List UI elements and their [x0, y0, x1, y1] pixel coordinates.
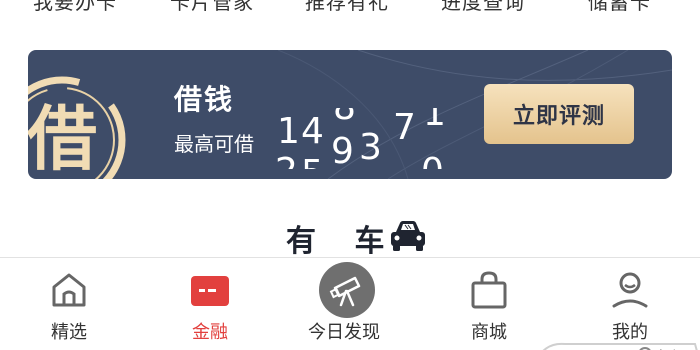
tab-featured[interactable]: 精选 [14, 258, 124, 350]
loan-seal-logo: 借 [28, 60, 150, 179]
floating-badge-overlay [542, 342, 698, 350]
rolling-digit: 2 [275, 154, 298, 170]
car-section-heading: 有 车 [0, 214, 700, 259]
rolling-digit: 0 [421, 154, 444, 170]
section-title: 有 车 [286, 224, 399, 259]
user-icon [612, 272, 648, 308]
loan-amount-rolling-digits: 1 4 8 2 5 9 3 7 1 0 [275, 108, 475, 169]
quick-action-debit-card[interactable]: 储蓄卡 [588, 0, 651, 15]
quick-action-progress-query[interactable]: 进度查询 [441, 0, 525, 15]
tab-discover[interactable]: 今日发现 [294, 258, 404, 350]
rolling-digit: 8 [333, 108, 356, 126]
quick-actions-row: 我要办卡 卡片管家 推荐有礼 进度查询 储蓄卡 [0, 0, 700, 16]
rolling-digit: 4 [301, 111, 324, 152]
loan-title: 借钱 [174, 83, 235, 116]
tab-finance[interactable]: 金融 [155, 258, 265, 350]
quick-action-referral[interactable]: 推荐有礼 [305, 0, 389, 15]
loan-banner[interactable]: 借 借钱 最高可借 1 4 8 2 5 9 3 7 1 0 立即评测 [28, 50, 672, 179]
rolling-digit: 7 [393, 108, 416, 148]
tab-label: 精选 [51, 322, 87, 343]
shopping-bag-icon [471, 271, 507, 309]
car-icon [391, 221, 425, 251]
seal-character: 借 [28, 97, 97, 179]
telescope-icon [329, 276, 361, 307]
rolling-digit: 9 [331, 131, 354, 170]
loan-subtitle: 最高可借 [174, 132, 254, 156]
quick-action-card-manager[interactable]: 卡片管家 [170, 0, 254, 15]
rolling-digit: 3 [359, 127, 382, 168]
rolling-digit: 1 [423, 108, 446, 134]
home-icon [52, 273, 86, 307]
tab-label: 今日发现 [308, 322, 380, 343]
tab-label: 金融 [192, 322, 228, 343]
card-icon [191, 276, 229, 306]
quick-action-apply-card[interactable]: 我要办卡 [33, 0, 117, 15]
rolling-digit: 1 [277, 111, 300, 152]
evaluate-now-button[interactable]: 立即评测 [484, 84, 634, 144]
rolling-digit: 5 [301, 156, 324, 170]
